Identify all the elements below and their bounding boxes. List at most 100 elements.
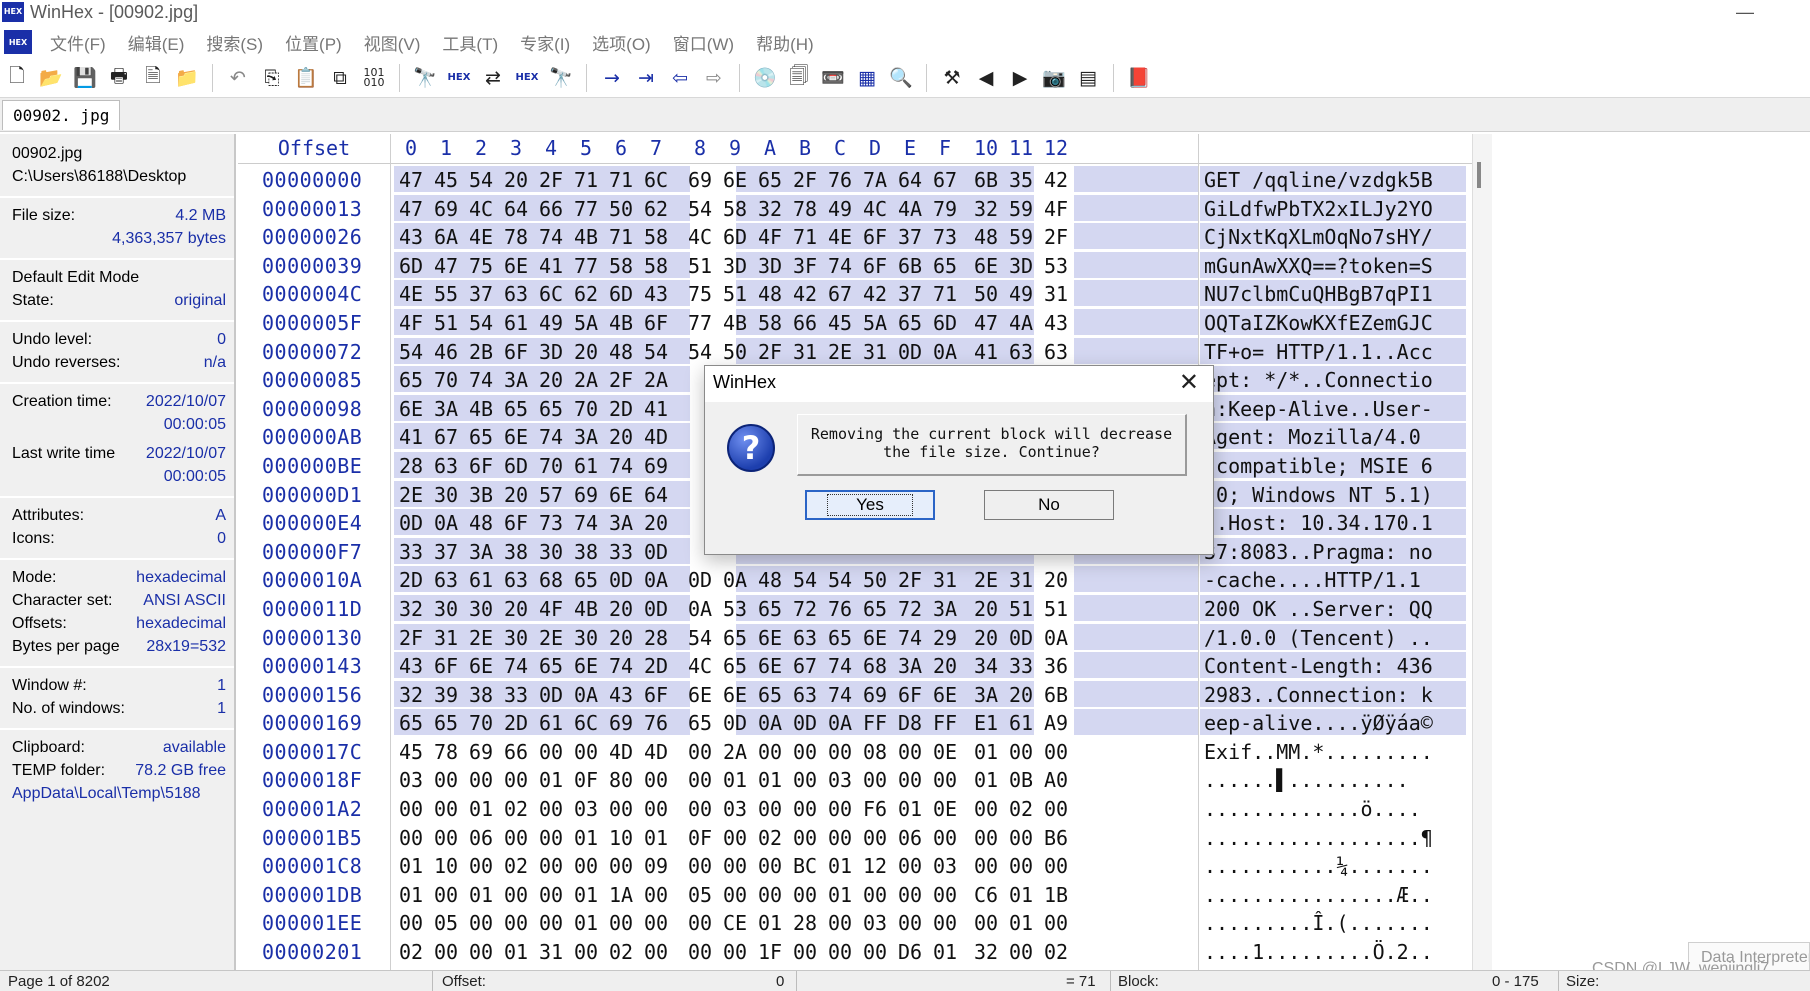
- hex-byte[interactable]: 6C: [536, 282, 566, 306]
- new-file-icon[interactable]: 🗋: [3, 64, 31, 92]
- hex-byte[interactable]: 63: [501, 568, 531, 592]
- copy-icon[interactable]: ⎘: [258, 64, 286, 92]
- hex-byte[interactable]: 0E: [930, 797, 960, 821]
- hex-byte[interactable]: 74: [606, 654, 636, 678]
- hex-byte[interactable]: 00: [1006, 854, 1036, 878]
- hex-byte[interactable]: 03: [571, 797, 601, 821]
- hex-byte[interactable]: 74: [571, 511, 601, 535]
- menu-specialist[interactable]: 专家(I): [516, 30, 574, 55]
- hex-byte[interactable]: 6E: [860, 626, 890, 650]
- hex-byte[interactable]: 10: [606, 826, 636, 850]
- hex-byte[interactable]: 38: [466, 683, 496, 707]
- hex-byte[interactable]: 00: [1006, 740, 1036, 764]
- hex-byte[interactable]: 2A: [641, 368, 671, 392]
- hex-byte[interactable]: 00: [971, 826, 1001, 850]
- menu-window[interactable]: 窗口(W): [669, 30, 738, 55]
- hex-byte[interactable]: 48: [606, 340, 636, 364]
- replace-icon[interactable]: ⇄: [479, 64, 507, 92]
- hex-byte[interactable]: 00: [1041, 797, 1071, 821]
- hex-byte[interactable]: 00: [571, 740, 601, 764]
- hex-byte[interactable]: 72: [895, 597, 925, 621]
- hex-byte[interactable]: 00: [606, 854, 636, 878]
- hex-byte[interactable]: 6F: [431, 654, 461, 678]
- hex-byte[interactable]: 00: [825, 740, 855, 764]
- hex-byte[interactable]: 76: [641, 711, 671, 735]
- hex-byte[interactable]: 6E: [755, 654, 785, 678]
- hex-byte[interactable]: 64: [501, 197, 531, 221]
- hex-byte[interactable]: 00: [971, 797, 1001, 821]
- hex-byte[interactable]: 00: [501, 911, 531, 935]
- hex-byte[interactable]: 6E: [755, 626, 785, 650]
- hex-byte[interactable]: 67: [825, 282, 855, 306]
- hex-byte[interactable]: 00: [641, 940, 671, 964]
- hex-byte[interactable]: 2D: [501, 711, 531, 735]
- hex-byte[interactable]: 0D: [606, 568, 636, 592]
- hex-byte[interactable]: 73: [930, 225, 960, 249]
- hex-byte[interactable]: 63: [1041, 340, 1071, 364]
- row-ascii[interactable]: n:Keep-Alive..User-: [1204, 397, 1464, 421]
- hex-byte[interactable]: 00: [431, 797, 461, 821]
- hex-byte[interactable]: 00: [641, 797, 671, 821]
- hex-row[interactable]: 00000201 02 00 00 01 31 00 02 00 00 00 1F 00 00 00 D6 01…: [238, 938, 1472, 967]
- paste-special-icon[interactable]: ⧉: [326, 64, 354, 92]
- hex-byte[interactable]: 00: [685, 854, 715, 878]
- row-ascii[interactable]: /1.0.0 (Tencent) ..: [1204, 626, 1464, 650]
- hex-byte[interactable]: 65: [396, 711, 426, 735]
- prev-icon[interactable]: ◀: [972, 64, 1000, 92]
- hex-byte[interactable]: 02: [1041, 940, 1071, 964]
- hex-byte[interactable]: 00: [641, 911, 671, 935]
- hex-byte[interactable]: 00: [501, 768, 531, 792]
- hex-byte[interactable]: 01: [571, 911, 601, 935]
- goto-sector-icon[interactable]: ⇥: [632, 64, 660, 92]
- hex-byte[interactable]: 2F: [895, 568, 925, 592]
- hex-byte[interactable]: 00: [825, 911, 855, 935]
- hex-byte[interactable]: 2D: [396, 568, 426, 592]
- hex-byte[interactable]: 64: [895, 168, 925, 192]
- hex-byte[interactable]: 0D: [790, 711, 820, 735]
- hex-byte[interactable]: 00: [720, 883, 750, 907]
- hex-byte[interactable]: 30: [571, 626, 601, 650]
- hex-byte[interactable]: 6E: [501, 425, 531, 449]
- hex-byte[interactable]: C6: [971, 883, 1001, 907]
- row-ascii[interactable]: -cache....HTTP/1.1: [1204, 568, 1464, 592]
- hex-byte[interactable]: 58: [755, 311, 785, 335]
- book-icon[interactable]: 📕: [1125, 64, 1153, 92]
- hex-byte[interactable]: 4B: [720, 311, 750, 335]
- hex-byte[interactable]: 4F: [755, 225, 785, 249]
- hex-byte[interactable]: 02: [501, 854, 531, 878]
- hex-byte[interactable]: 51: [720, 282, 750, 306]
- hex-byte[interactable]: 61: [571, 454, 601, 478]
- hex-byte[interactable]: 00: [685, 740, 715, 764]
- hex-byte[interactable]: 6F: [895, 683, 925, 707]
- hex-byte[interactable]: 20: [536, 368, 566, 392]
- hex-byte[interactable]: 00: [971, 854, 1001, 878]
- hex-byte[interactable]: 48: [755, 568, 785, 592]
- row-ascii[interactable]: ......▌..........: [1204, 768, 1464, 792]
- hex-byte[interactable]: 65: [466, 425, 496, 449]
- hex-byte[interactable]: 4F: [396, 311, 426, 335]
- hex-byte[interactable]: 01: [571, 883, 601, 907]
- hex-byte[interactable]: 6D: [501, 454, 531, 478]
- hex-byte[interactable]: 1F: [755, 940, 785, 964]
- row-ascii[interactable]: ..................¶: [1204, 826, 1464, 850]
- hex-byte[interactable]: 39: [431, 683, 461, 707]
- hex-byte[interactable]: 63: [431, 454, 461, 478]
- hex-byte[interactable]: 66: [790, 311, 820, 335]
- row-ascii[interactable]: 200 OK ..Server: QQ: [1204, 597, 1464, 621]
- hex-byte[interactable]: 77: [685, 311, 715, 335]
- hex-byte[interactable]: 65: [536, 397, 566, 421]
- hex-byte[interactable]: 09: [641, 854, 671, 878]
- hex-byte[interactable]: 50: [971, 282, 1001, 306]
- hex-byte[interactable]: 06: [466, 826, 496, 850]
- hex-byte[interactable]: 01: [571, 826, 601, 850]
- row-ascii[interactable]: eep-alive....ÿØÿáa©: [1204, 711, 1464, 735]
- hex-byte[interactable]: 65: [536, 654, 566, 678]
- hex-byte[interactable]: 31: [930, 568, 960, 592]
- hex-byte[interactable]: 2A: [571, 368, 601, 392]
- hex-byte[interactable]: 63: [501, 282, 531, 306]
- hex-byte[interactable]: 00: [790, 883, 820, 907]
- hex-byte[interactable]: 78: [431, 740, 461, 764]
- properties-icon[interactable]: 🗎: [139, 64, 167, 92]
- hex-byte[interactable]: 74: [825, 254, 855, 278]
- hex-byte[interactable]: 2E: [466, 626, 496, 650]
